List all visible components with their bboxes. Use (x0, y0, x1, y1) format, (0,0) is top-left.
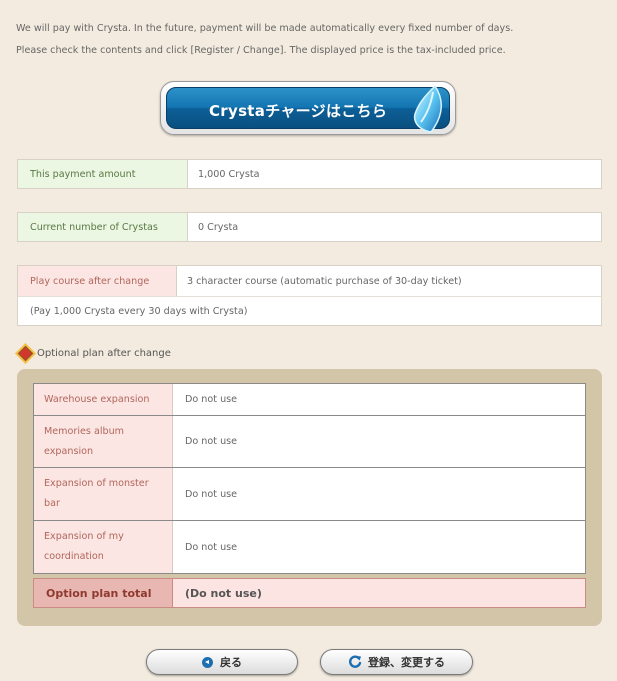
option-label: Memories album expansion (34, 416, 173, 467)
option-label: Expansion of my coordination (34, 521, 173, 573)
payment-amount-value: 1,000 Crysta (187, 160, 259, 188)
option-total-label: Option plan total (34, 579, 173, 607)
crysta-charge-label: Crystaチャージはこちら (209, 102, 388, 120)
optional-plan-panel: Warehouse expansion Do not use Memories … (17, 369, 602, 626)
table-row: Warehouse expansion Do not use (34, 384, 585, 416)
optional-plan-title: Optional plan after change (17, 345, 171, 362)
intro-text: We will pay with Crysta. In the future, … (16, 18, 606, 62)
option-label: Warehouse expansion (34, 384, 173, 415)
crystal-icon (413, 84, 442, 133)
back-button[interactable]: 戻る (146, 649, 298, 675)
payment-amount-row: This payment amount 1,000 Crysta (17, 159, 602, 189)
option-value: Do not use (185, 488, 238, 500)
register-change-button[interactable]: 登録、変更する (320, 649, 473, 675)
payment-amount-label: This payment amount (18, 160, 187, 188)
play-course-value: 3 character course (automatic purchase o… (176, 266, 462, 296)
intro-line-1: We will pay with Crysta. In the future, … (16, 23, 514, 34)
optional-plan-title-text: Optional plan after change (37, 348, 171, 359)
table-row: Expansion of my coordination Do not use (34, 521, 585, 573)
option-value: Do not use (185, 541, 238, 553)
optional-plan-table: Warehouse expansion Do not use Memories … (33, 383, 586, 574)
intro-line-2: Please check the contents and click [Reg… (16, 45, 506, 56)
back-button-label: 戻る (220, 656, 242, 669)
play-course-note: (Pay 1,000 Crysta every 30 days with Cry… (30, 306, 248, 317)
table-row: Memories album expansion Do not use (34, 416, 585, 468)
register-change-label: 登録、変更する (368, 656, 445, 669)
back-arrow-icon (202, 656, 213, 668)
option-value: Do not use (185, 436, 238, 447)
play-course-box: Play course after change 3 character cou… (17, 265, 602, 326)
play-course-label: Play course after change (18, 266, 176, 296)
current-crysta-value: 0 Crysta (187, 213, 238, 241)
option-total-row: Option plan total (Do not use) (33, 578, 586, 608)
option-value: Do not use (185, 394, 238, 405)
refresh-icon (348, 655, 362, 668)
crysta-charge-button[interactable]: Crystaチャージはこちら (160, 81, 456, 135)
table-row: Expansion of monster bar Do not use (34, 468, 585, 521)
current-crysta-label: Current number of Crystas (18, 213, 187, 241)
option-total-value: (Do not use) (173, 579, 585, 607)
diamond-icon (17, 345, 34, 362)
option-label: Expansion of monster bar (34, 468, 173, 520)
current-crysta-row: Current number of Crystas 0 Crysta (17, 212, 602, 242)
